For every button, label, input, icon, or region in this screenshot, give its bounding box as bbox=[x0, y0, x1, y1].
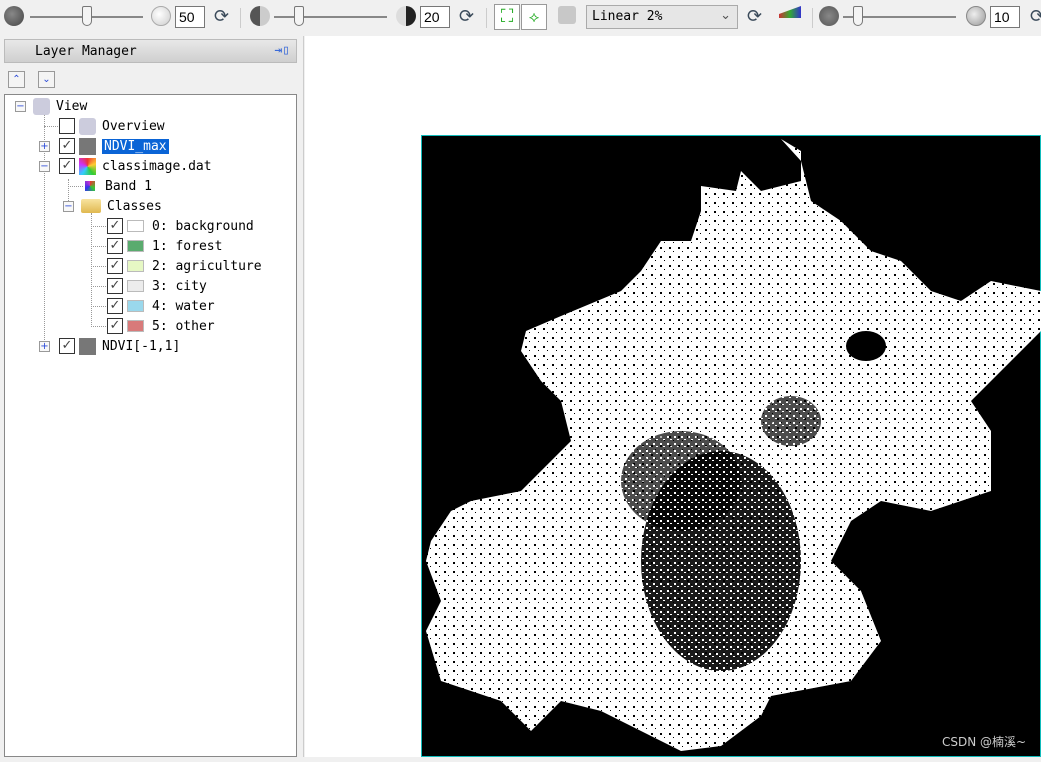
classification-map-image[interactable] bbox=[421, 135, 1041, 757]
contrast-reset-icon[interactable]: ⟳ bbox=[459, 6, 474, 27]
class-item[interactable]: ✓ 5: other bbox=[107, 317, 215, 335]
tree-node-overview[interactable]: Overview bbox=[59, 117, 165, 135]
ndvi-max-label: NDVI_max bbox=[102, 138, 169, 154]
brightness-reset-icon[interactable]: ⟳ bbox=[214, 6, 229, 27]
dock-icon[interactable]: ⇥▯ bbox=[274, 43, 290, 58]
sharpen-high-icon bbox=[966, 6, 986, 26]
move-down-button[interactable]: ⌄ bbox=[38, 71, 55, 88]
layer-tree: − View Overview + ✓ NDVI_max − ✓ classimag… bbox=[4, 94, 297, 757]
stretch-select[interactable]: Linear 2% ⌄ bbox=[586, 5, 738, 29]
view-eye-icon bbox=[33, 97, 50, 115]
expand-ndvi-max-toggle[interactable]: + bbox=[39, 141, 50, 152]
watermark: CSDN @楠溪~ bbox=[942, 735, 1027, 749]
class-color-swatch bbox=[127, 300, 144, 312]
histogram-icon[interactable] bbox=[779, 6, 801, 18]
class-checkbox[interactable]: ✓ bbox=[107, 238, 123, 254]
class-item[interactable]: ✓ 1: forest bbox=[107, 237, 222, 255]
brightness-dark-icon bbox=[4, 6, 24, 26]
layer-manager-panel: Layer Manager ⇥▯ ⌃ ⌄ − View Overview + ✓ N… bbox=[0, 36, 304, 757]
collapse-classes-toggle[interactable]: − bbox=[63, 201, 74, 212]
class-label: 5: other bbox=[152, 318, 215, 334]
folder-icon bbox=[81, 199, 101, 213]
raster-icon bbox=[79, 137, 96, 155]
chevron-down-icon: ⌄ bbox=[720, 8, 731, 23]
map-raster bbox=[426, 139, 1041, 751]
overview-label: Overview bbox=[102, 118, 165, 134]
class-checkbox[interactable]: ✓ bbox=[107, 258, 123, 274]
sharpen-input[interactable]: 10 bbox=[990, 6, 1020, 28]
overview-eye-icon bbox=[79, 117, 96, 135]
rotate-disabled-icon bbox=[558, 6, 576, 24]
tree-node-view[interactable]: View bbox=[33, 97, 87, 115]
class-label: 2: agriculture bbox=[152, 258, 262, 274]
tree-node-classes[interactable]: Classes bbox=[81, 197, 162, 215]
ndvi-range-checkbox[interactable]: ✓ bbox=[59, 338, 75, 354]
tree-node-ndvi-range[interactable]: ✓ NDVI[-1,1] bbox=[59, 337, 180, 355]
raster-icon bbox=[79, 337, 96, 355]
class-checkbox[interactable]: ✓ bbox=[107, 218, 123, 234]
class-label: 1: forest bbox=[152, 238, 223, 254]
class-item[interactable]: ✓ 3: city bbox=[107, 277, 207, 295]
stretch-reset-icon[interactable]: ⟳ bbox=[747, 6, 762, 27]
collapse-classimage-toggle[interactable]: − bbox=[39, 161, 50, 172]
classimage-checkbox[interactable]: ✓ bbox=[59, 158, 75, 174]
class-item[interactable]: ✓ 4: water bbox=[107, 297, 215, 315]
move-up-button[interactable]: ⌃ bbox=[8, 71, 25, 88]
zoom-fit-icon[interactable]: ⟡ bbox=[521, 4, 547, 30]
contrast-input[interactable]: 20 bbox=[420, 6, 450, 28]
class-checkbox[interactable]: ✓ bbox=[107, 278, 123, 294]
class-color-swatch bbox=[127, 260, 144, 272]
class-checkbox[interactable]: ✓ bbox=[107, 298, 123, 314]
class-label: 4: water bbox=[152, 298, 215, 314]
class-image-icon bbox=[79, 157, 96, 175]
tree-node-band-1[interactable]: Band 1 bbox=[85, 177, 152, 195]
class-color-swatch bbox=[127, 240, 144, 252]
class-checkbox[interactable]: ✓ bbox=[107, 318, 123, 334]
overview-checkbox[interactable] bbox=[59, 118, 75, 134]
class-item[interactable]: ✓ 2: agriculture bbox=[107, 257, 262, 275]
sharpen-low-icon bbox=[819, 6, 839, 26]
brightness-light-icon bbox=[151, 6, 171, 26]
class-color-swatch bbox=[127, 320, 144, 332]
full-extent-icon[interactable]: ⛶ bbox=[494, 4, 520, 30]
band-icon bbox=[85, 181, 95, 191]
classes-label: Classes bbox=[107, 198, 162, 214]
class-item[interactable]: ✓ 0: background bbox=[107, 217, 254, 235]
classimage-label: classimage.dat bbox=[102, 158, 212, 174]
contrast-high-icon bbox=[396, 6, 416, 26]
brightness-slider-thumb[interactable] bbox=[82, 6, 92, 26]
toolbar: 50 ⟳ 20 ⟳ ⛶ ⟡ Linear 2% ⌄ ⟳ 10 ⟳ bbox=[0, 0, 1041, 36]
brightness-input[interactable]: 50 bbox=[175, 6, 205, 28]
contrast-low-icon bbox=[250, 6, 270, 26]
sharpen-reset-icon[interactable]: ⟳ bbox=[1030, 6, 1041, 27]
band-label: Band 1 bbox=[105, 178, 152, 194]
separator bbox=[486, 8, 487, 28]
class-label: 0: background bbox=[152, 218, 254, 234]
collapse-view-toggle[interactable]: − bbox=[15, 101, 26, 112]
contrast-slider-thumb[interactable] bbox=[294, 6, 304, 26]
ndvi-range-label: NDVI[-1,1] bbox=[102, 338, 181, 354]
class-color-swatch bbox=[127, 220, 144, 232]
class-label: 3: city bbox=[152, 278, 207, 294]
expand-ndvi-range-toggle[interactable]: + bbox=[39, 341, 50, 352]
layer-manager-title: Layer Manager bbox=[35, 44, 137, 59]
sharpen-slider-thumb[interactable] bbox=[853, 6, 863, 26]
tree-node-classimage[interactable]: ✓ classimage.dat bbox=[59, 157, 212, 175]
stretch-select-value: Linear 2% bbox=[592, 9, 663, 24]
class-color-swatch bbox=[127, 280, 144, 292]
layer-manager-header: Layer Manager ⇥▯ bbox=[4, 39, 297, 63]
tree-node-ndvi-max[interactable]: ✓ NDVI_max bbox=[59, 137, 169, 155]
contrast-slider[interactable] bbox=[274, 16, 387, 18]
view-label: View bbox=[56, 98, 88, 114]
separator bbox=[812, 8, 813, 28]
separator bbox=[240, 8, 241, 28]
ndvi-max-checkbox[interactable]: ✓ bbox=[59, 138, 75, 154]
